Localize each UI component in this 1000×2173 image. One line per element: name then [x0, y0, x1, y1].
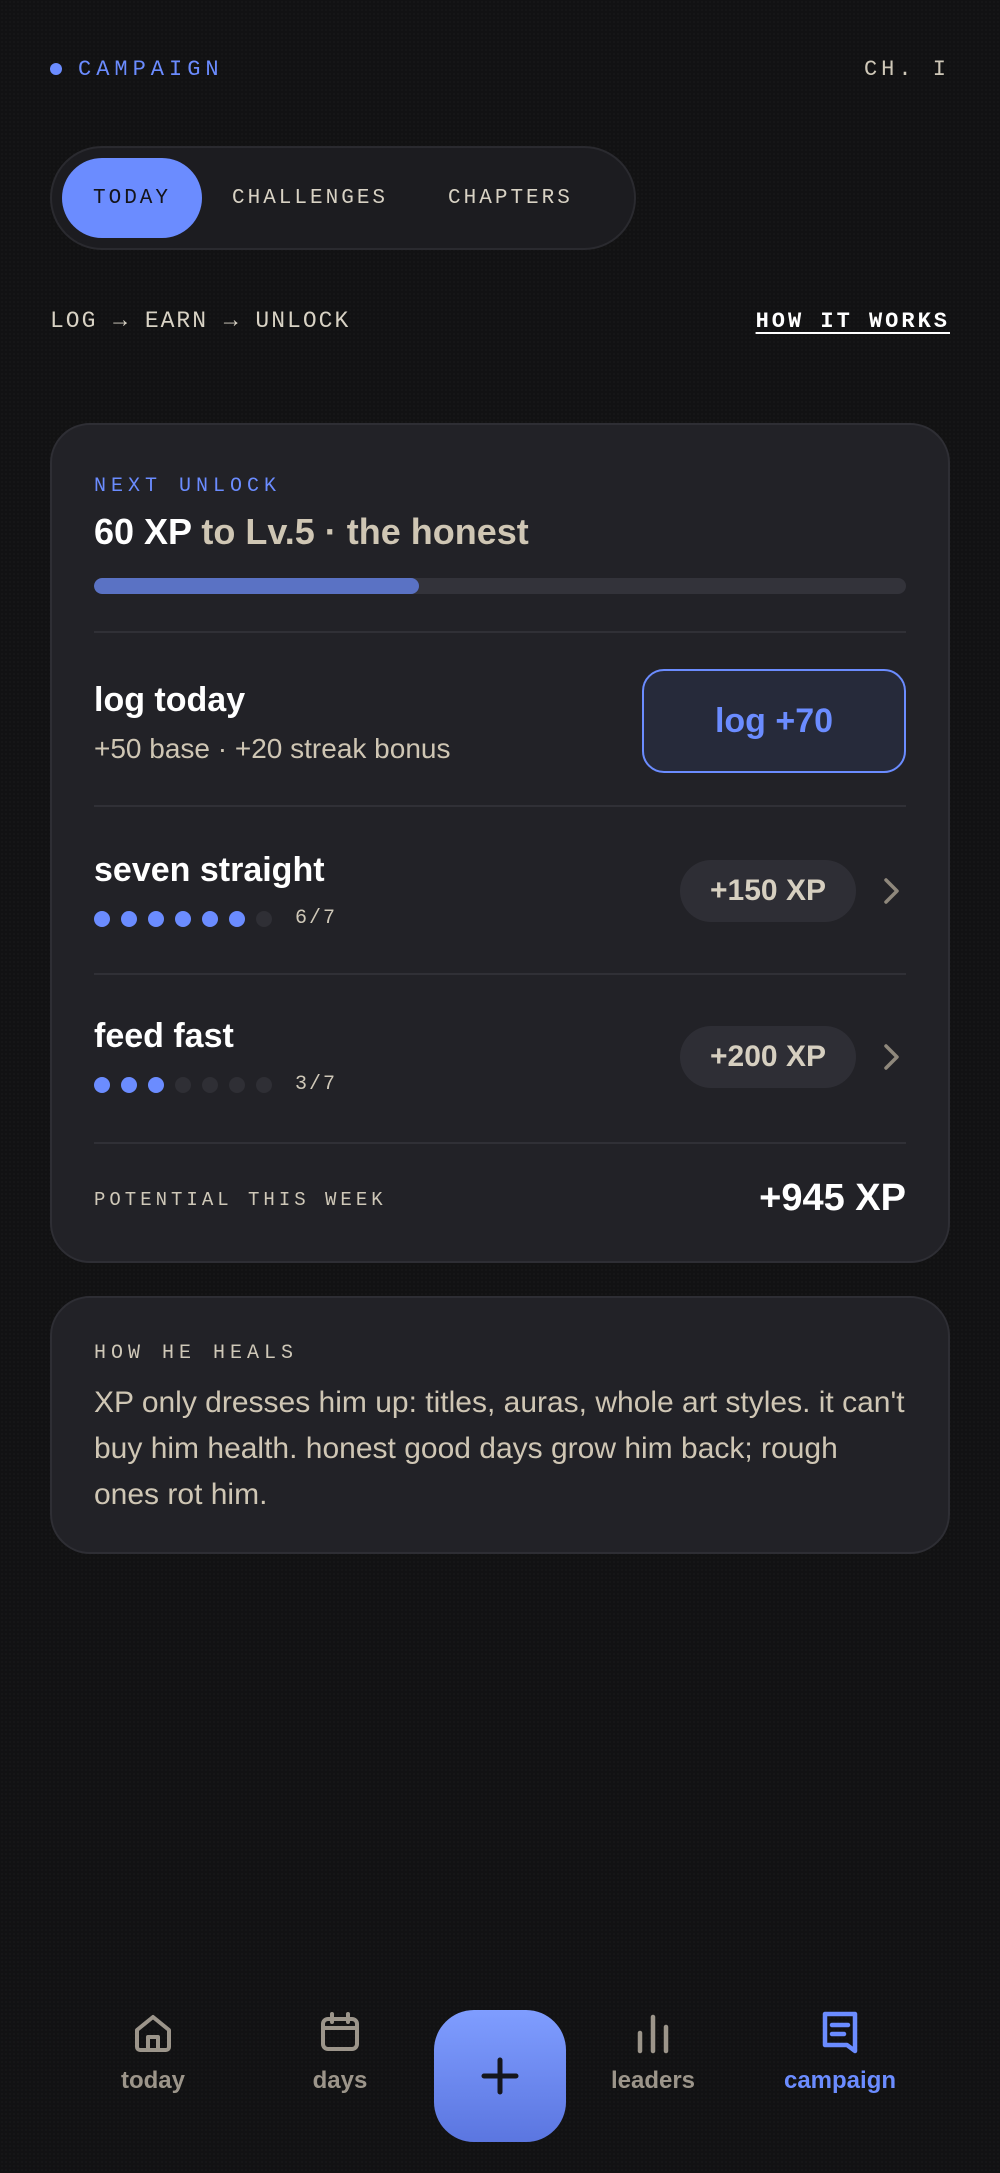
challenge-title[interactable]: feed fast — [94, 1017, 234, 1056]
streak-dot — [229, 910, 245, 927]
next-unlock-xp: 60 XP — [94, 511, 192, 552]
streak-dot — [121, 910, 137, 927]
home-icon — [135, 2015, 171, 2052]
tab-challenges[interactable]: CHALLENGES — [202, 158, 418, 238]
chevron-right-icon[interactable] — [878, 877, 906, 905]
reward-badge: +150 XP — [680, 860, 856, 922]
segmented-tabs: TODAY CHALLENGES CHAPTERS — [50, 146, 636, 250]
divider — [94, 805, 906, 807]
streak-dot — [148, 910, 164, 927]
nav-label: days — [312, 2067, 368, 2094]
nav-item-leaders[interactable]: leaders — [583, 2009, 723, 2095]
streak-dot — [229, 1076, 245, 1093]
streak-dot — [175, 910, 191, 927]
challenge-progress-dots: 3/7 — [94, 1073, 337, 1096]
status-dot-icon — [50, 63, 62, 75]
nav-item-days[interactable]: days — [270, 2009, 410, 2095]
challenge-title[interactable]: seven straight — [94, 851, 325, 890]
add-log-button[interactable] — [434, 2010, 566, 2142]
unlock-progress-bar — [94, 578, 906, 594]
tab-today[interactable]: TODAY — [62, 158, 202, 238]
heals-text: XP only dresses him up: titles, auras, w… — [94, 1386, 905, 1511]
streak-dot — [256, 1076, 272, 1093]
next-unlock-title: 60 XP to Lv.5 · the honest — [94, 511, 529, 553]
bottom-nav: today days leaders campaign — [0, 1973, 1000, 2173]
potential-label: POTENTIAL THIS WEEK — [94, 1189, 387, 1211]
challenge-progress-count: 6/7 — [295, 907, 338, 930]
next-unlock-eyebrow: NEXT UNLOCK — [94, 475, 282, 498]
divider — [94, 631, 906, 633]
next-unlock-target: to Lv.5 · the honest — [191, 511, 529, 552]
tab-chapters[interactable]: CHAPTERS — [418, 158, 603, 238]
potential-value: +945 XP — [759, 1177, 906, 1219]
flow-text: LOG → EARN → UNLOCK — [50, 308, 351, 334]
top-bar: CAMPAIGN CH. I — [50, 52, 950, 86]
how-he-heals-card: HOW HE HEALS XP only dresses him up: tit… — [50, 1296, 950, 1554]
streak-dot — [256, 910, 272, 927]
log-today-title: log today — [94, 681, 246, 719]
streak-dot — [94, 1076, 110, 1093]
streak-dot — [148, 1076, 164, 1093]
campaign-card: NEXT UNLOCK 60 XP to Lv.5 · the honest l… — [50, 423, 950, 1263]
unlock-progress-fill — [94, 578, 419, 594]
divider — [94, 973, 906, 975]
challenge-progress-count: 3/7 — [295, 1073, 338, 1096]
bars-icon — [637, 2014, 669, 2054]
divider — [94, 1142, 906, 1144]
streak-dot — [175, 1076, 191, 1093]
nav-label: today — [120, 2067, 185, 2094]
brand-label: CAMPAIGN — [78, 56, 224, 82]
brand: CAMPAIGN — [50, 57, 224, 82]
nav-item-campaign[interactable]: campaign — [770, 2009, 910, 2095]
nav-label: campaign — [783, 2067, 897, 2094]
log-today-subtitle: +50 base · +20 streak bonus — [94, 733, 451, 764]
challenge-progress-dots: 6/7 — [94, 907, 337, 930]
flag-book-icon — [822, 2011, 858, 2054]
chapter-label: CH. I — [863, 56, 950, 82]
log-button[interactable]: log +70 — [642, 669, 906, 773]
reward-badge: +200 XP — [680, 1026, 856, 1088]
nav-item-today[interactable]: today — [83, 2009, 223, 2095]
chevron-right-icon[interactable] — [878, 1043, 906, 1071]
plus-icon — [481, 2057, 519, 2095]
nav-label: leaders — [610, 2067, 696, 2094]
how-it-works-link[interactable]: HOW IT WORKS — [756, 309, 950, 334]
heals-eyebrow: HOW HE HEALS — [94, 1342, 299, 1365]
streak-dot — [202, 1076, 218, 1093]
streak-dot — [94, 910, 110, 927]
streak-dot — [121, 1076, 137, 1093]
flow-row: LOG → EARN → UNLOCK HOW IT WORKS — [50, 308, 950, 334]
calendar-icon — [321, 2012, 359, 2051]
streak-dot — [202, 910, 218, 927]
